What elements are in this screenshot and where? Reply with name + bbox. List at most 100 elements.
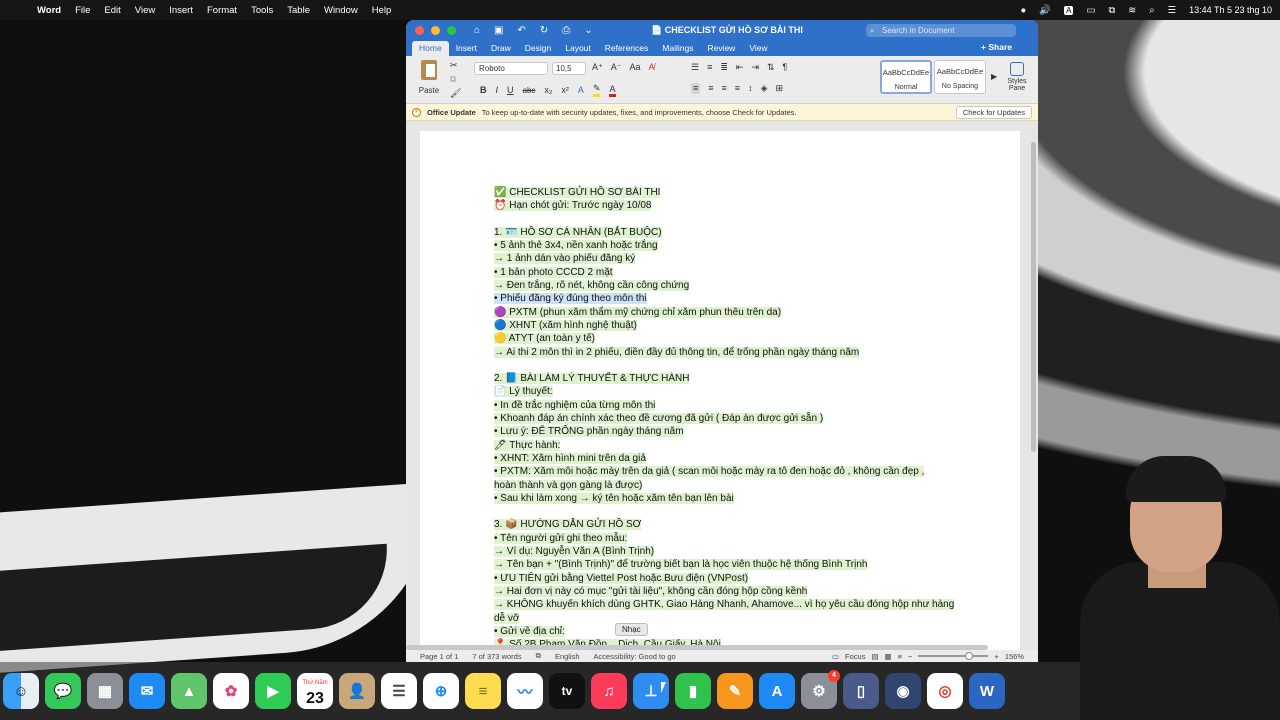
menu-view[interactable]: View	[128, 5, 162, 16]
freeform-icon[interactable]: 〰	[507, 673, 543, 709]
save-icon[interactable]: ▣	[494, 25, 503, 36]
menu-table[interactable]: Table	[280, 5, 317, 16]
document-line[interactable]: • 1 bản photo CCCD 2 mặt	[494, 266, 984, 279]
document-body[interactable]: ✅ CHECKLIST GỬI HỒ SƠ BÀI THI ⏰ Hạn chót …	[494, 186, 984, 651]
document-blank-line[interactable]	[494, 505, 984, 518]
record-icon[interactable]: ●	[1021, 5, 1027, 16]
italic-icon[interactable]: I	[496, 85, 499, 95]
chrome-icon[interactable]: ◎	[927, 673, 963, 709]
styles-pane-button[interactable]: Styles Pane	[1002, 62, 1032, 92]
paste-button[interactable]: Paste	[414, 60, 444, 95]
document-line[interactable]: • Phiếu đăng ký đúng theo môn thi	[494, 292, 984, 305]
music-icon[interactable]: ♫	[591, 673, 627, 709]
zoom-slider-knob[interactable]	[965, 652, 974, 660]
font-color-icon[interactable]: A	[609, 84, 616, 97]
reminders-icon[interactable]: ☰	[381, 673, 417, 709]
menu-window[interactable]: Window	[317, 5, 365, 16]
close-update-bar-icon[interactable]: ×	[412, 107, 421, 117]
bold-icon[interactable]: B	[480, 85, 487, 95]
share-button[interactable]: 👤+ Share	[970, 42, 1012, 56]
focus-button[interactable]: Focus	[845, 652, 865, 661]
launchpad-icon[interactable]: ▦	[87, 673, 123, 709]
document-line[interactable]: 🟣 PXTM (phun xăm thẩm mỹ chứng chỉ xăm p…	[494, 306, 984, 319]
format-painter-icon[interactable]: 🖌	[450, 88, 461, 99]
undo-icon[interactable]: ↶	[518, 25, 526, 36]
tab-insert[interactable]: Insert	[449, 41, 484, 56]
language-indicator[interactable]: English	[541, 652, 580, 661]
document-line[interactable]: 🟡 ATYT (an toàn y tế)	[494, 332, 984, 345]
increase-font-size-icon[interactable]: A⁺	[592, 62, 603, 73]
document-line[interactable]: → KHÔNG khuyến khích dùng GHTK, Giao Hàn…	[494, 598, 984, 611]
iphone-mirroring-icon[interactable]: ▯	[843, 673, 879, 709]
bullets-icon[interactable]: ☰	[691, 62, 699, 73]
document-page[interactable]: ✅ CHECKLIST GỬI HỒ SƠ BÀI THI ⏰ Hạn chót …	[420, 131, 1020, 661]
web-layout-icon[interactable]: ▦	[885, 652, 892, 661]
document-line[interactable]: dễ vỡ	[494, 612, 984, 625]
tab-review[interactable]: Review	[700, 41, 742, 56]
customize-toolbar-icon[interactable]: ⌄	[584, 25, 592, 36]
underline-icon[interactable]: U	[507, 85, 514, 95]
check-for-updates-button[interactable]: Check for Updates	[955, 105, 1032, 119]
apple-tv-icon[interactable]: tv	[549, 673, 585, 709]
document-line[interactable]: ⏰ Hạn chót gửi: Trước ngày 10/08	[494, 199, 984, 212]
screenshot-app-icon[interactable]: ◉	[885, 673, 921, 709]
tab-view[interactable]: View	[742, 41, 774, 56]
borders-icon[interactable]: ⊞	[775, 83, 783, 94]
document-line[interactable]: 2. 📘 BÀI LÀM LÝ THUYẾT & THỰC HÀNH	[494, 372, 984, 385]
spotlight-search-icon[interactable]: ⌕	[1149, 5, 1154, 16]
document-line[interactable]: • Gửi về địa chỉ:	[494, 625, 984, 638]
tab-design[interactable]: Design	[518, 41, 558, 56]
home-icon[interactable]: ⌂	[474, 25, 480, 36]
document-line[interactable]: → 1 ảnh dán vào phiếu đăng ký	[494, 252, 984, 265]
zoom-slider[interactable]	[918, 652, 989, 660]
document-line[interactable]: 🔵 XHNT (xăm hình nghệ thuật)	[494, 319, 984, 332]
close-window-button[interactable]	[415, 25, 424, 35]
document-line[interactable]: 📄 Lý thuyết:	[494, 385, 984, 398]
print-layout-icon[interactable]: ▤	[871, 652, 878, 661]
notes-icon[interactable]: ≡	[465, 673, 501, 709]
input-source-icon[interactable]: A	[1064, 5, 1074, 15]
document-line[interactable]: • 5 ảnh thẻ 3x4, nền xanh hoặc trắng	[494, 239, 984, 252]
multilevel-list-icon[interactable]: ≣	[720, 62, 728, 73]
tab-home[interactable]: Home	[412, 41, 449, 56]
messages-icon[interactable]: 💬	[45, 673, 81, 709]
document-blank-line[interactable]	[494, 359, 984, 372]
menu-format[interactable]: Format	[200, 5, 244, 16]
menu-bar-clock[interactable]: 13:44 Th 5 23 thg 10	[1189, 5, 1272, 15]
cut-icon[interactable]: ✂	[450, 60, 458, 71]
decrease-indent-icon[interactable]: ⇤	[736, 62, 744, 73]
redo-icon[interactable]: ↻	[540, 25, 548, 36]
app-store-icon[interactable]: A	[759, 673, 795, 709]
justify-icon[interactable]: ≡	[735, 83, 740, 94]
document-line[interactable]: → Ai thi 2 môn thì in 2 phiếu, điền đầy …	[494, 346, 984, 359]
change-case-icon[interactable]: Aa	[630, 62, 641, 73]
system-settings-icon[interactable]: ⚙ 4	[801, 670, 840, 709]
tab-draw[interactable]: Draw	[484, 41, 518, 56]
document-line[interactable]: • Khoanh đáp án chính xác theo đề cương …	[494, 412, 984, 425]
menu-edit[interactable]: Edit	[97, 5, 127, 16]
focus-icon[interactable]: ▭	[832, 652, 839, 661]
control-center-icon[interactable]: ☰	[1168, 5, 1177, 16]
zoom-level[interactable]: 156%	[1005, 652, 1024, 661]
wifi-icon[interactable]: ≋	[1128, 5, 1136, 16]
document-line[interactable]: 1. 🪪 HỒ SƠ CÁ NHÂN (BẮT BUỘC)	[494, 226, 984, 239]
highlight-color-icon[interactable]: ✎	[592, 83, 601, 97]
clear-formatting-icon[interactable]: A̸	[649, 62, 655, 73]
document-line[interactable]: 🖊 Thực hành:	[494, 439, 984, 452]
volume-icon[interactable]: 🔊	[1039, 5, 1051, 16]
outline-icon[interactable]: ≡	[898, 652, 902, 661]
align-right-icon[interactable]: ≡	[722, 83, 727, 94]
facetime-icon[interactable]: ▶	[255, 673, 291, 709]
account-icon[interactable]: 👤	[1019, 25, 1030, 36]
tab-layout[interactable]: Layout	[558, 41, 598, 56]
vertical-scrollbar[interactable]	[1031, 124, 1036, 644]
print-icon[interactable]: ⎙	[562, 25, 570, 36]
style-normal[interactable]: AaBbCcDdEe Normal	[880, 60, 932, 94]
align-left-icon[interactable]: ≡	[691, 83, 701, 94]
increase-indent-icon[interactable]: ⇥	[751, 62, 759, 73]
subscript-icon[interactable]: x₂	[544, 85, 552, 95]
search-document-input[interactable]: ⌕ Search in Document	[866, 23, 1016, 37]
document-line[interactable]: • Lưu ý: ĐỂ TRỐNG phần ngày tháng năm	[494, 425, 984, 438]
show-formatting-icon[interactable]: ¶	[783, 62, 788, 73]
accessibility-status[interactable]: Accessibility: Good to go	[580, 652, 676, 661]
